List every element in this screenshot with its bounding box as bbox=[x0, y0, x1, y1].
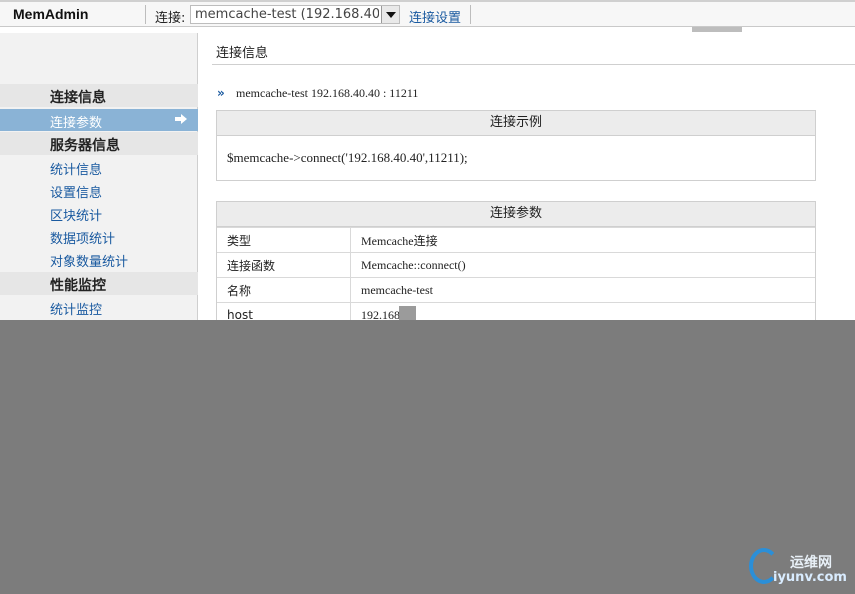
param-value: 192.168 bbox=[350, 302, 815, 320]
param-key: host bbox=[217, 302, 351, 320]
watermark-text-bottom: iyunv.com bbox=[773, 570, 847, 585]
main-content: 连接信息 » memcache-test 192.168.40.40 : 112… bbox=[206, 33, 855, 320]
divider bbox=[212, 64, 855, 65]
example-panel-body: $memcache->connect('192.168.40.40',11211… bbox=[217, 136, 815, 180]
sidebar-section-monitor: 性能监控 bbox=[0, 272, 198, 295]
sidebar-item-object-count[interactable]: 对象数量统计 bbox=[50, 251, 128, 270]
example-panel-title: 连接示例 bbox=[217, 111, 815, 136]
sidebar-item-stat-monitor[interactable]: 统计监控 bbox=[50, 299, 102, 318]
scrollbar-thumb[interactable] bbox=[692, 27, 742, 32]
sidebar-section-title: 服务器信息 bbox=[50, 138, 120, 154]
connection-settings-link[interactable]: 连接设置 bbox=[409, 7, 461, 26]
param-key: 连接函数 bbox=[217, 252, 351, 278]
cursor-artifact bbox=[399, 306, 416, 320]
params-panel: 连接参数 类型 Memcache连接 连接函数 Memcache::connec… bbox=[216, 201, 816, 320]
sidebar-section-title: 性能监控 bbox=[50, 278, 106, 294]
example-code: $memcache->connect('192.168.40.40',11211… bbox=[227, 150, 468, 165]
example-panel: 连接示例 $memcache->connect('192.168.40.40',… bbox=[216, 110, 816, 181]
sidebar-item-connection-params[interactable]: 连接参数 bbox=[0, 109, 198, 131]
header-divider bbox=[470, 5, 471, 24]
param-value: memcache-test bbox=[350, 277, 815, 303]
app-brand[interactable]: MemAdmin bbox=[13, 6, 88, 22]
sidebar-section-connection: 连接信息 bbox=[0, 84, 198, 107]
page-title: 连接信息 bbox=[216, 46, 269, 61]
table-row: 类型 Memcache连接 bbox=[217, 227, 815, 253]
sidebar-section-server: 服务器信息 bbox=[0, 132, 198, 155]
params-table: 类型 Memcache连接 连接函数 Memcache::connect() 名… bbox=[217, 227, 815, 320]
connection-label: 连接: bbox=[155, 11, 186, 26]
sidebar-section-title: 连接信息 bbox=[50, 90, 106, 106]
sidebar-item-slabs[interactable]: 区块统计 bbox=[50, 205, 102, 224]
connection-summary: memcache-test 192.168.40.40 : 11211 bbox=[236, 86, 419, 100]
sidebar-item-items[interactable]: 数据项统计 bbox=[50, 228, 115, 247]
sidebar-item-settings[interactable]: 设置信息 bbox=[50, 182, 102, 201]
double-chevron-icon: » bbox=[217, 86, 225, 100]
param-value: Memcache::connect() bbox=[350, 252, 815, 278]
sidebar: 连接信息 连接参数 服务器信息 统计信息 设置信息 区块统计 数据项统计 对象数… bbox=[0, 33, 198, 320]
top-bar: MemAdmin 连接: memcache-test (192.168.40.4… bbox=[0, 0, 855, 27]
table-row: host 192.168 bbox=[217, 302, 815, 320]
watermark-text-top: 运维网 bbox=[790, 555, 832, 571]
param-key: 名称 bbox=[217, 277, 351, 303]
modal-overlay[interactable] bbox=[0, 320, 855, 594]
connection-select-value: memcache-test (192.168.40.40 bbox=[195, 7, 379, 22]
watermark-logo: 运维网 iyunv.com bbox=[749, 546, 853, 590]
table-row: 连接函数 Memcache::connect() bbox=[217, 252, 815, 278]
param-key: 类型 bbox=[217, 227, 351, 253]
connection-select[interactable]: memcache-test (192.168.40.40 bbox=[190, 5, 400, 24]
table-row: 名称 memcache-test bbox=[217, 277, 815, 303]
sidebar-item-label: 连接参数 bbox=[50, 116, 103, 131]
sidebar-item-stats[interactable]: 统计信息 bbox=[50, 159, 102, 178]
chevron-down-icon[interactable] bbox=[381, 6, 399, 23]
params-panel-title: 连接参数 bbox=[217, 202, 815, 227]
header-divider bbox=[145, 5, 146, 24]
arrow-right-icon bbox=[175, 114, 187, 124]
param-value: Memcache连接 bbox=[350, 227, 815, 253]
